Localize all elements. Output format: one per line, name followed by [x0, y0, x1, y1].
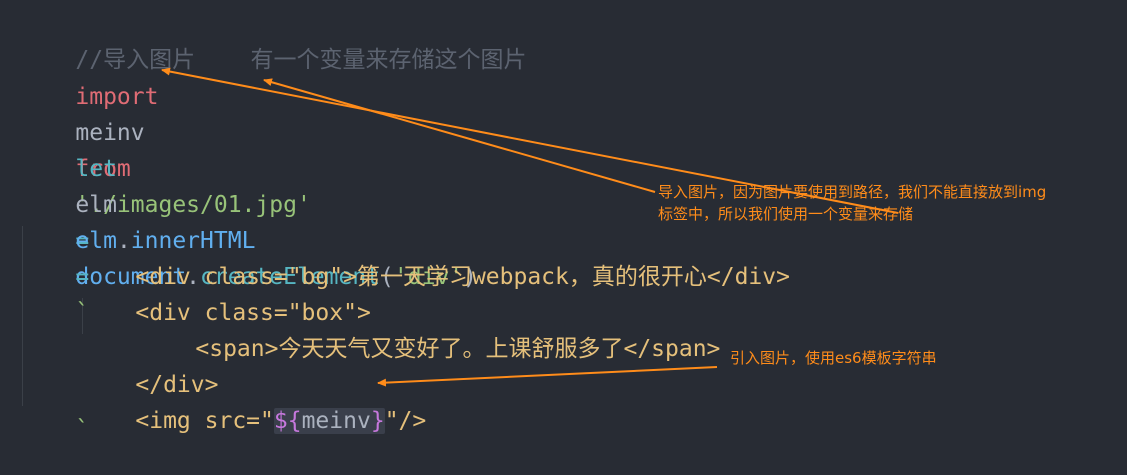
- interp-open: ${: [273, 408, 302, 434]
- code-line-div-bg: <div class="bg">第一天学习webpack，真的很开心</div>: [80, 223, 790, 290]
- interp-variable: meinv: [301, 408, 371, 434]
- arrow-to-interpolation: [377, 366, 718, 387]
- code-line-img: <img src="${meinv}"/>: [80, 367, 426, 434]
- interp-close: }: [370, 408, 385, 434]
- keyword-import: import: [75, 84, 159, 110]
- template-html-text: <img src=": [135, 408, 274, 434]
- annotation-line: 标签中，所以我们使用一个变量来存储: [658, 205, 914, 223]
- code-line-import: import meinv from './images/01.jpg': [20, 43, 310, 218]
- annotation-note-import: 导入图片，因为图片要使用到路径，我们不能直接放到img 标签中，所以我们使用一个…: [658, 181, 1127, 225]
- code-line-span: <span>今天天气又变好了。上课舒服多了</span>: [140, 295, 720, 362]
- code-line-backtick: `: [20, 400, 89, 442]
- code-line-div-close: </div>: [80, 331, 218, 398]
- annotation-line: 引入图片，使用es6模板字符串: [730, 349, 937, 367]
- code-line-div-box: <div class="box">: [80, 259, 370, 326]
- template-backtick: `: [75, 417, 90, 443]
- code-editor[interactable]: //导入图片 有一个变量来存储这个图片 import meinv from '.…: [0, 0, 1127, 460]
- keyword-let: let: [75, 156, 117, 182]
- annotation-line: 导入图片，因为图片要使用到路径，我们不能直接放到img: [658, 183, 1047, 201]
- template-interpolation: ${meinv}: [273, 408, 385, 434]
- code-line-comment: //导入图片 有一个变量来存储这个图片: [20, 6, 526, 73]
- annotation-note-template: 引入图片，使用es6模板字符串: [730, 347, 937, 369]
- template-html-text: <span>今天天气又变好了。上课舒服多了</span>: [195, 336, 721, 362]
- code-line-let: let elm = document.createElement('div'): [20, 115, 477, 290]
- code-line-innerhtml: elm.innerHTML = `: [20, 187, 255, 326]
- template-html-text: "/>: [384, 408, 427, 434]
